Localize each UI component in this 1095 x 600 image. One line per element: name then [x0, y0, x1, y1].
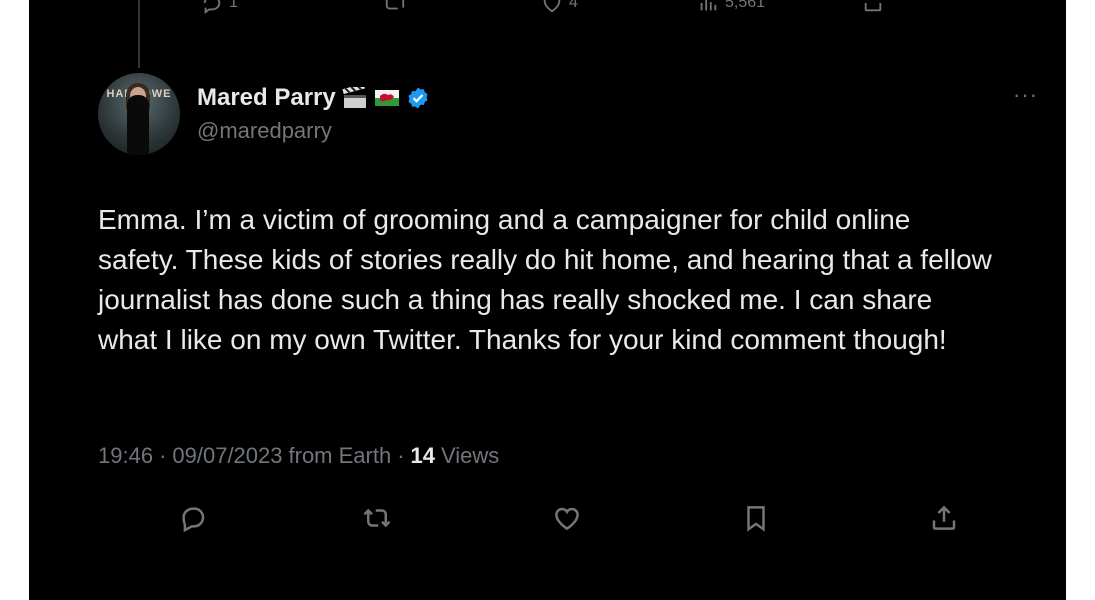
- tweet-date[interactable]: 09/07/2023: [172, 443, 282, 469]
- share-icon: [864, 3, 882, 12]
- prev-like-count: 4: [569, 0, 578, 11]
- views-icon: [700, 0, 717, 11]
- tweet-screenshot: 1 4 5,561 HARROWE Mared Parry: [29, 0, 1066, 600]
- display-name[interactable]: Mared Parry: [197, 84, 336, 112]
- more-options-icon[interactable]: ···: [1013, 84, 1038, 106]
- like-button[interactable]: [551, 502, 583, 534]
- retweet-button[interactable]: [361, 502, 393, 534]
- author-handle[interactable]: @maredparry: [197, 118, 332, 144]
- wales-flag-emoji-icon: [374, 90, 399, 106]
- prev-view-count: 5,561: [725, 0, 766, 11]
- tweet-action-bar: [29, 498, 1066, 538]
- tweet-source: from Earth: [288, 443, 392, 468]
- thread-connector-line: [138, 0, 140, 68]
- tweet-time[interactable]: 19:46: [98, 443, 153, 469]
- avatar[interactable]: HARROWE: [98, 73, 180, 155]
- retweet-icon: [385, 0, 405, 10]
- views-label[interactable]: Views: [441, 443, 499, 469]
- reply-icon: [182, 507, 205, 533]
- prev-reply-count: 1: [229, 0, 238, 11]
- prev-views-button[interactable]: 5,561: [697, 0, 765, 18]
- tweet-meta: 19:46 · 09/07/2023 from Earth · 14 Views: [98, 443, 499, 469]
- prev-like-button[interactable]: 4: [541, 0, 578, 18]
- like-icon: [555, 507, 579, 531]
- meta-separator: ·: [397, 443, 405, 468]
- bookmark-button[interactable]: [740, 502, 772, 534]
- meta-separator: ·: [159, 443, 167, 468]
- bookmark-icon: [747, 506, 765, 532]
- retweet-icon: [363, 508, 391, 528]
- author-name-row[interactable]: Mared Parry: [197, 84, 430, 112]
- share-icon: [932, 505, 956, 530]
- clapperboard-emoji-icon: [342, 87, 366, 108]
- prev-retweet-button[interactable]: [384, 0, 406, 18]
- share-button[interactable]: [928, 502, 960, 534]
- previous-tweet-actions: 1 4 5,561: [29, 0, 1066, 26]
- like-icon: [543, 0, 561, 13]
- tweet-text: Emma. I’m a victim of grooming and a cam…: [98, 204, 992, 355]
- views-count[interactable]: 14: [411, 443, 435, 469]
- prev-reply-button[interactable]: 1: [201, 0, 238, 18]
- reply-icon: [203, 0, 221, 14]
- verified-badge-icon: [408, 87, 428, 109]
- reply-button[interactable]: [177, 502, 209, 534]
- avatar-figure: [127, 95, 149, 155]
- prev-share-button[interactable]: [862, 0, 884, 18]
